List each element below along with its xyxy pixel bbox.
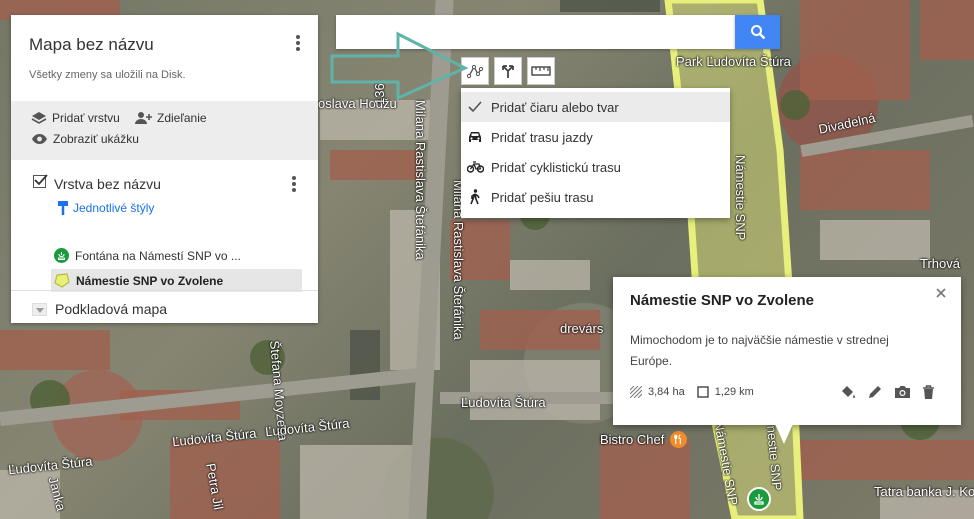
eye-icon xyxy=(32,134,47,144)
menu-item-label: Pridať pešiu trasu xyxy=(491,189,594,205)
style-bucket-button[interactable] xyxy=(839,383,857,401)
polygon-icon xyxy=(54,273,70,288)
map-title[interactable]: Mapa bez názvu xyxy=(29,35,154,55)
street-label: Park Ľudovíta Štúra xyxy=(676,54,791,69)
more-vert-icon[interactable] xyxy=(291,33,305,53)
feature-label: Námestie SNP vo Zvolene xyxy=(76,273,224,288)
add-photo-button[interactable] xyxy=(893,383,911,401)
fountain-marker-icon xyxy=(54,248,69,263)
measure-ruler-icon xyxy=(531,66,551,76)
street-label: Námestie SNP xyxy=(733,155,748,241)
menu-item-label: Pridať cyklistickú trasu xyxy=(491,159,621,175)
edit-button[interactable] xyxy=(866,383,884,401)
area-value: 3,84 ha xyxy=(648,386,685,398)
trash-icon xyxy=(922,384,934,399)
menu-item-add-cycling-route[interactable]: Pridať cyklistickú trasu xyxy=(461,152,730,182)
share-button[interactable]: Zdieľanie xyxy=(134,111,207,125)
share-label: Zdieľanie xyxy=(157,111,207,125)
pencil-icon xyxy=(869,386,881,398)
layer-section: Vrstva bez názvu Jednotlivé štýly Fontán… xyxy=(11,160,318,292)
search-button[interactable] xyxy=(735,15,780,49)
menu-item-add-driving-route[interactable]: Pridať trasu jazdy xyxy=(461,122,730,152)
directions-button[interactable] xyxy=(494,57,522,85)
menu-item-add-walking-route[interactable]: Pridať pešiu trasu xyxy=(461,182,730,212)
street-label: Ľudovíta Štúra xyxy=(461,395,546,410)
menu-item-label: Pridať trasu jazdy xyxy=(491,129,593,145)
car-icon xyxy=(461,131,489,144)
save-status: Všetky zmeny sa uložili na Disk. xyxy=(29,69,186,81)
draw-dropdown-menu: Pridať čiaru alebo tvar Pridať trasu jaz… xyxy=(461,88,730,218)
layers-icon xyxy=(31,112,47,124)
base-map-label: Podkladová mapa xyxy=(55,301,168,317)
info-measurements: 3,84 ha 1,29 km xyxy=(630,386,754,398)
delete-button[interactable] xyxy=(919,383,937,401)
perimeter-square-icon xyxy=(697,386,709,398)
camera-icon xyxy=(894,386,910,398)
panel-actions: Pridať vrstvu Zdieľanie Zobraziť ukážku xyxy=(11,101,318,160)
style-link[interactable]: Jednotlivé štýly xyxy=(57,200,154,216)
street-label: Trhová xyxy=(920,256,960,271)
preview-button[interactable]: Zobraziť ukážku xyxy=(31,132,139,146)
paint-roller-icon xyxy=(58,201,68,215)
fountain-marker-icon[interactable] xyxy=(747,487,771,511)
directions-icon xyxy=(502,65,514,78)
annotation-arrow-icon xyxy=(330,31,469,100)
feature-item-square[interactable]: Námestie SNP vo Zvolene xyxy=(51,269,302,292)
expand-icon[interactable] xyxy=(32,303,47,316)
layer-visibility-checkbox[interactable] xyxy=(33,174,48,188)
street-label: Milana Rastislava Štefánika xyxy=(413,100,428,260)
street-label: drevárs xyxy=(560,321,604,336)
base-map-section[interactable]: Podkladová mapa xyxy=(11,290,318,323)
add-layer-button[interactable]: Pridať vrstvu xyxy=(31,111,120,125)
menu-item-label: Pridať čiaru alebo tvar xyxy=(491,99,619,115)
area-hatch-icon xyxy=(630,386,642,398)
map-panel: Mapa bez názvu Všetky zmeny sa uložili n… xyxy=(11,15,318,323)
paint-bucket-icon xyxy=(842,386,855,398)
bicycle-icon xyxy=(461,161,489,173)
feature-item-fountain[interactable]: Fontána na Námestí SNP vo ... xyxy=(51,244,241,267)
close-icon[interactable] xyxy=(935,286,949,300)
info-window: Námestie SNP vo Zvolene Mimochodom je to… xyxy=(613,277,961,425)
measure-button[interactable] xyxy=(527,57,555,85)
feature-label: Fontána na Námestí SNP vo ... xyxy=(75,248,241,263)
info-title: Námestie SNP vo Zvolene xyxy=(630,292,814,309)
add-layer-label: Pridať vrstvu xyxy=(52,111,120,125)
person-add-icon xyxy=(135,112,152,124)
street-label: Tatra banka J. Ko xyxy=(874,484,974,499)
walking-icon xyxy=(461,189,489,205)
style-link-label: Jednotlivé štýly xyxy=(73,201,155,215)
check-icon xyxy=(461,101,489,113)
menu-item-add-line-shape[interactable]: Pridať čiaru alebo tvar xyxy=(461,92,730,122)
preview-label: Zobraziť ukážku xyxy=(53,132,139,146)
info-description: Mimochodom je to najväčšie námestie v st… xyxy=(630,333,889,368)
more-vert-icon[interactable] xyxy=(287,174,301,194)
street-label: Bistro Chef xyxy=(600,432,665,447)
layer-name[interactable]: Vrstva bez názvu xyxy=(54,176,161,192)
search-icon xyxy=(750,25,765,40)
restaurant-icon[interactable] xyxy=(670,431,687,448)
perimeter-value: 1,29 km xyxy=(714,386,754,398)
info-window-tail xyxy=(775,424,793,444)
